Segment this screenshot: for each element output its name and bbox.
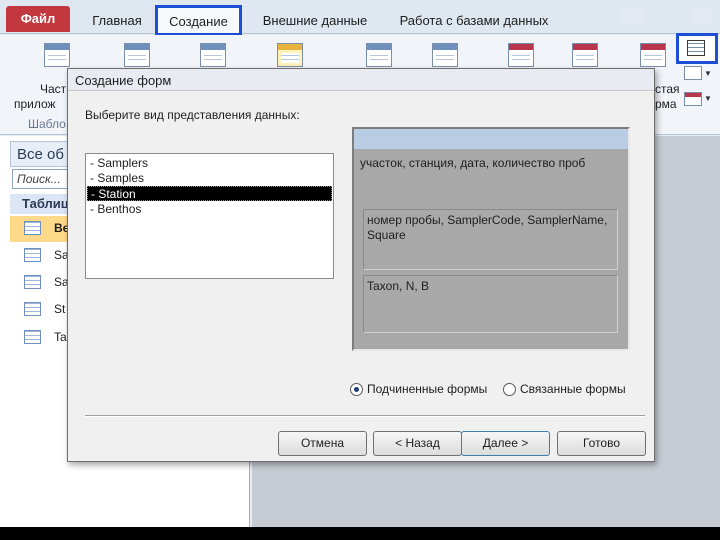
- nav-pane-title: Все об: [17, 146, 64, 163]
- next-button[interactable]: Далее >: [461, 431, 550, 456]
- table-design-icon[interactable]: [200, 43, 226, 67]
- tab-database-tools[interactable]: Работа с базами данных: [388, 8, 560, 34]
- dialog-separator: [85, 415, 645, 417]
- back-button[interactable]: < Назад: [373, 431, 462, 456]
- table-icon[interactable]: [124, 43, 150, 67]
- blank-form-label-2: рма: [655, 97, 677, 111]
- ribbon-tab-bar: Файл Главная Создание Внешние данные Раб…: [0, 0, 720, 36]
- dropdown-arrow-icon[interactable]: ▼: [704, 69, 712, 78]
- dialog-prompt: Выберите вид представления данных:: [85, 108, 300, 122]
- data-view-listbox[interactable]: - Samplers - Samples - Station - Benthos: [85, 153, 334, 279]
- subforms-radio[interactable]: [350, 383, 363, 396]
- dialog-title: Создание форм: [75, 73, 172, 88]
- table-icon: [24, 275, 41, 289]
- subforms-radio-label: Подчиненные формы: [367, 382, 488, 396]
- minimize-ribbon-icon[interactable]: [690, 8, 712, 24]
- query-wizard-icon[interactable]: [366, 43, 392, 67]
- application-parts-label-2: прилож: [14, 97, 56, 111]
- tab-external-data[interactable]: Внешние данные: [252, 8, 378, 34]
- form-design-icon[interactable]: [572, 43, 598, 67]
- preview-subform-1: номер пробы, SamplerCode, SamplerName, S…: [363, 209, 618, 270]
- application-parts-icon[interactable]: [44, 43, 70, 67]
- preview-subform-2: Taxon, N, B: [363, 275, 618, 333]
- linked-forms-radio[interactable]: [503, 383, 516, 396]
- blank-form-label: стая: [655, 82, 680, 96]
- table-icon: [24, 330, 41, 344]
- table-icon: [24, 221, 41, 235]
- preview-main-fields: участок, станция, дата, количество проб: [360, 156, 586, 170]
- list-item-selected[interactable]: - Station: [87, 186, 332, 201]
- form-wizard-dialog: Создание форм Выберите вид представления…: [67, 68, 655, 462]
- form-wizard-small-icon[interactable]: [684, 66, 702, 80]
- query-design-icon[interactable]: [432, 43, 458, 67]
- tab-home[interactable]: Главная: [82, 8, 152, 34]
- linked-forms-radio-label: Связанные формы: [520, 382, 626, 396]
- preview-header-bar: [354, 129, 628, 149]
- dialog-title-bar[interactable]: Создание форм: [68, 69, 654, 91]
- sharepoint-lists-icon[interactable]: [277, 43, 303, 67]
- help-icon[interactable]: [622, 8, 644, 24]
- blank-form-icon[interactable]: [640, 43, 666, 67]
- nav-group-label: Таблиц: [22, 196, 69, 211]
- nav-item-label: Ta: [54, 330, 67, 344]
- bottom-border: [0, 527, 720, 540]
- application-parts-label: Част: [40, 82, 67, 96]
- list-item[interactable]: - Samples: [87, 171, 332, 186]
- list-item[interactable]: - Benthos: [87, 202, 332, 217]
- form-icon[interactable]: [508, 43, 534, 67]
- form-preview: участок, станция, дата, количество проб …: [352, 127, 630, 351]
- table-icon: [24, 302, 41, 316]
- form-wizard-icon[interactable]: [676, 33, 718, 64]
- list-item[interactable]: - Samplers: [87, 156, 332, 171]
- tab-file[interactable]: Файл: [6, 6, 70, 32]
- navigation-small-icon[interactable]: [684, 92, 702, 106]
- finish-button[interactable]: Готово: [557, 431, 646, 456]
- cancel-button[interactable]: Отмена: [278, 431, 367, 456]
- templates-group-label: Шабло: [28, 117, 66, 131]
- nav-item-label: St: [54, 302, 66, 316]
- table-icon: [24, 248, 41, 262]
- tab-create[interactable]: Создание: [155, 5, 242, 36]
- dropdown-arrow-icon[interactable]: ▼: [704, 94, 712, 103]
